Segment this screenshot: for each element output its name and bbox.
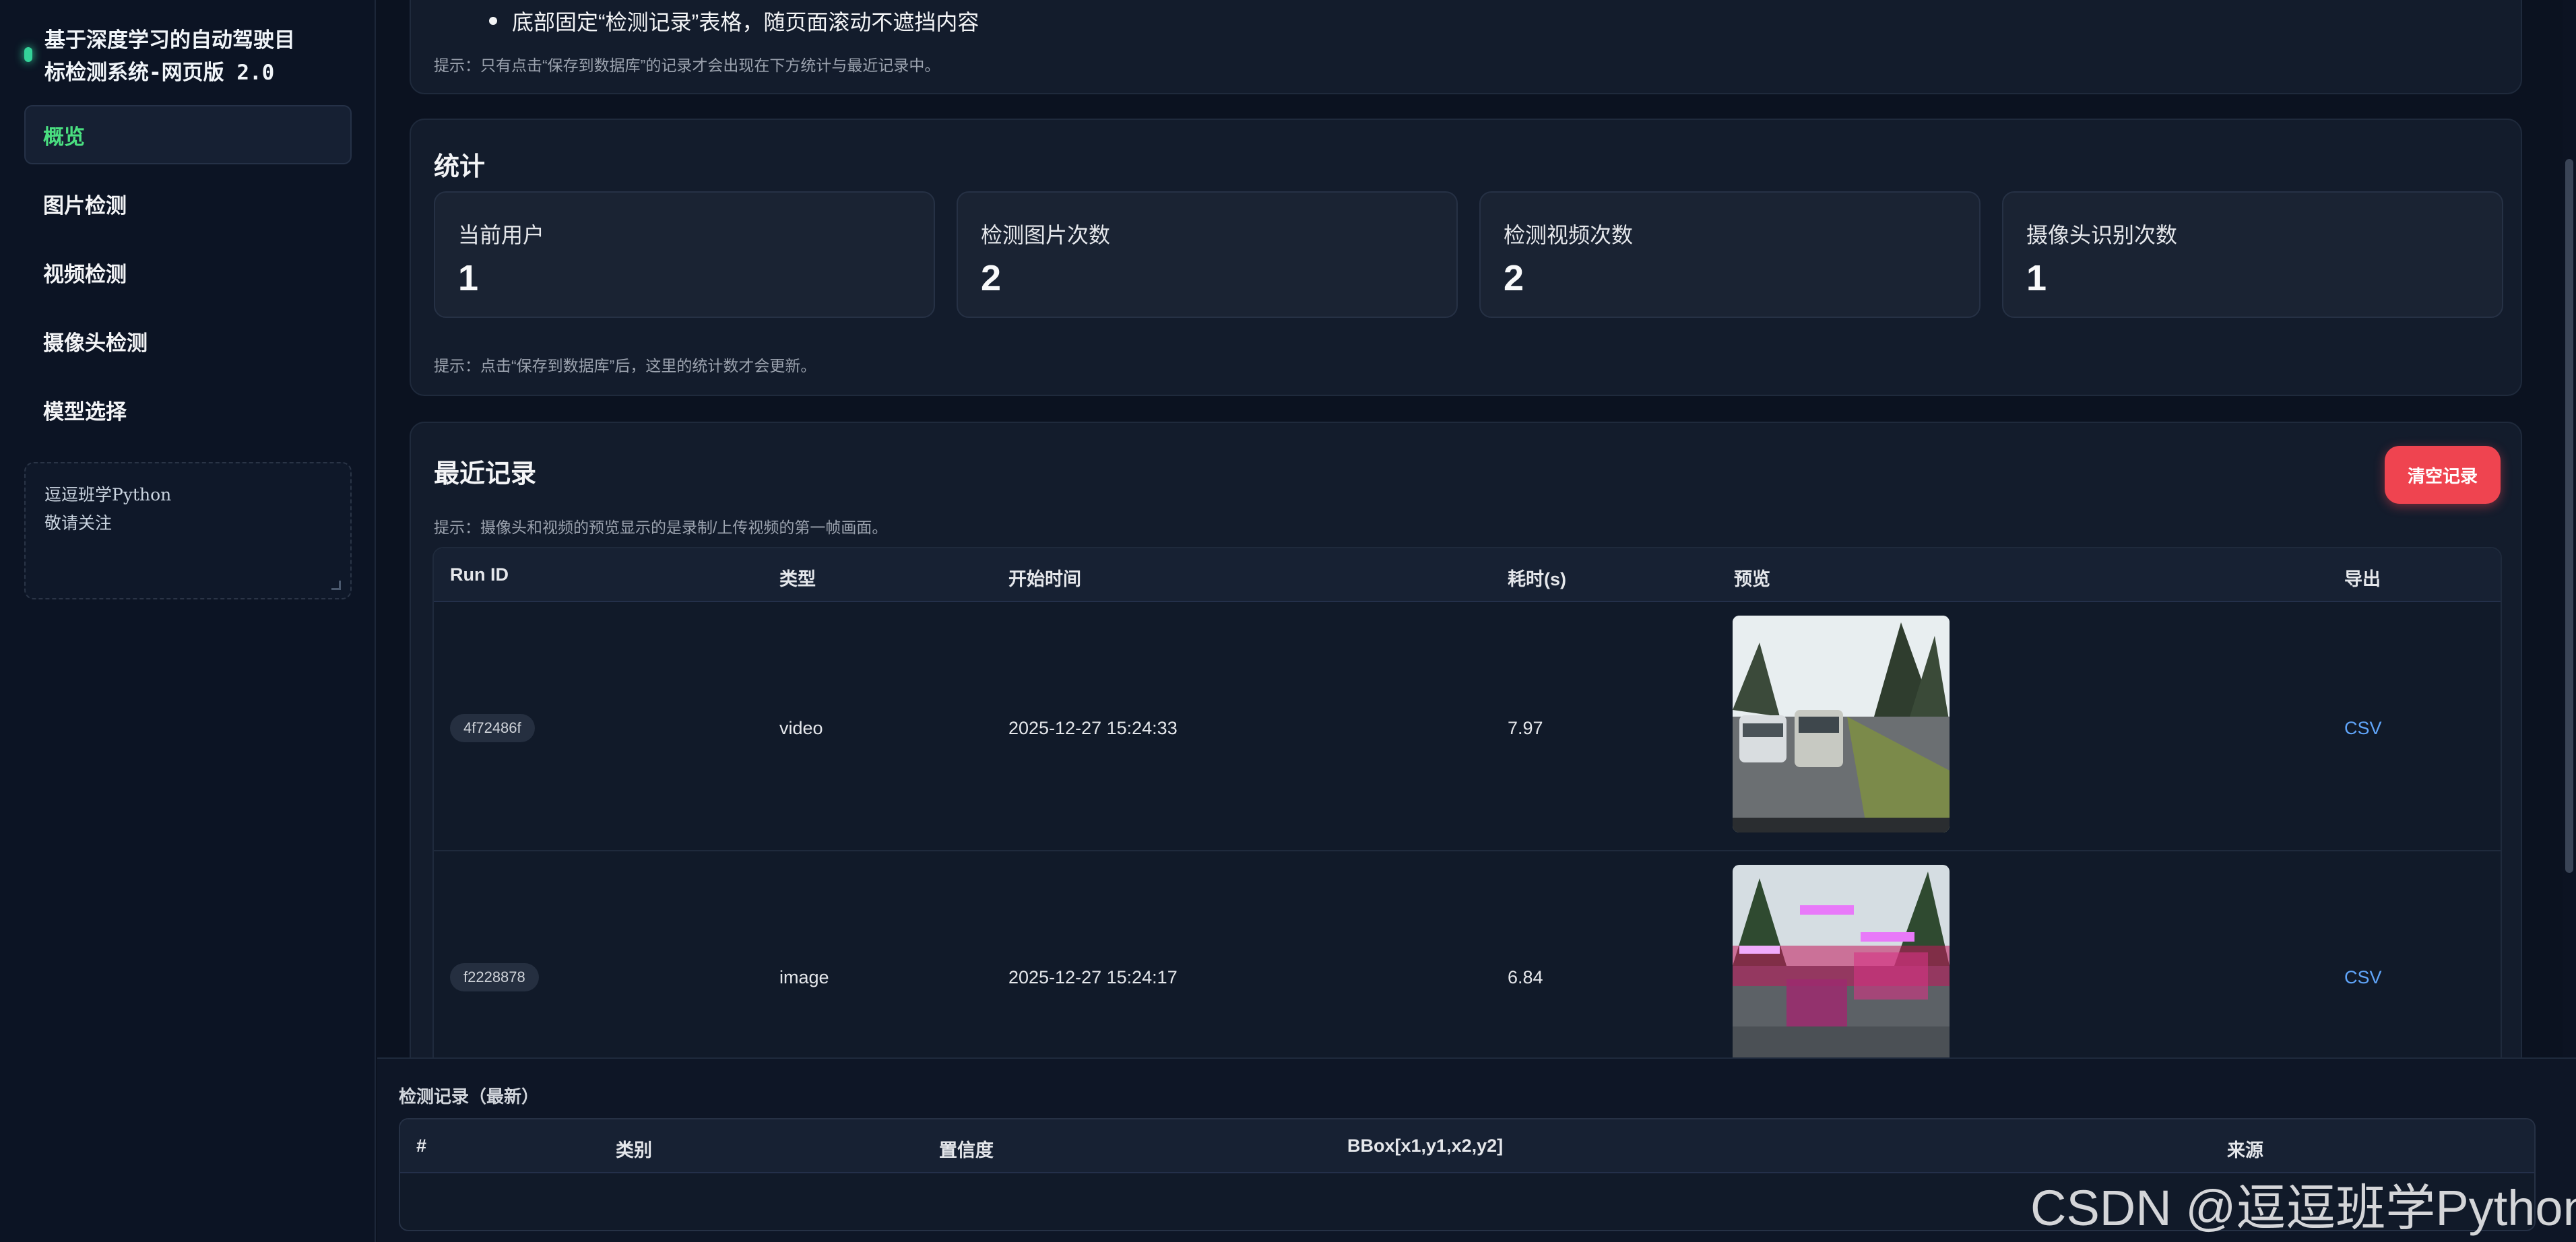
page-scrollbar[interactable]: [2563, 0, 2576, 1057]
col-run-id: Run ID: [450, 564, 509, 585]
stat-value: 1: [458, 258, 479, 298]
stat-value: 2: [1504, 258, 1524, 298]
col-start-time: 开始时间: [1008, 569, 1081, 589]
row-start-time: 2025-12-27 15:24:33: [1008, 718, 1178, 738]
scrollbar-thumb[interactable]: [2565, 159, 2573, 873]
row-type: video: [779, 718, 823, 738]
stat-current-user: 当前用户 1: [434, 191, 935, 318]
sidebar-item-camera-detect[interactable]: 摄像头检测: [24, 311, 352, 370]
stat-label: 摄像头识别次数: [2026, 223, 2178, 247]
stat-image-count: 检测图片次数 2: [957, 191, 1458, 318]
preview-thumbnail[interactable]: [1733, 865, 1950, 1082]
intro-bullet-text: 底部固定“检测记录”表格，随页面滚动不遮挡内容: [512, 10, 979, 34]
row-start-time: 2025-12-27 15:24:17: [1008, 967, 1178, 987]
intro-hint: 提示：只有点击“保存到数据库”的记录才会出现在下方统计与最近记录中。: [434, 57, 940, 74]
detection-records-title: 检测记录（最新）: [399, 1086, 540, 1107]
sidebar-item-video-detect[interactable]: 视频检测: [24, 242, 352, 302]
stat-label: 当前用户: [458, 223, 545, 247]
sidebar-item-overview[interactable]: 概览: [24, 105, 352, 164]
sidebar-item-image-detect[interactable]: 图片检测: [24, 174, 352, 233]
col-duration: 耗时(s): [1508, 569, 1566, 589]
resize-handle-icon[interactable]: [331, 581, 341, 590]
stat-value: 1: [2026, 258, 2047, 298]
sidebar-item-model-select[interactable]: 模型选择: [24, 380, 352, 439]
stats-hint: 提示：点击“保存到数据库”后，这里的统计数才会更新。: [434, 357, 816, 374]
col-preview: 预览: [1734, 569, 1770, 589]
intro-card: 底部固定“检测记录”表格，随页面滚动不遮挡内容 提示：只有点击“保存到数据库”的…: [410, 0, 2522, 94]
run-id-badge: 4f72486f: [450, 714, 535, 742]
preview-thumbnail[interactable]: [1733, 616, 1950, 832]
app-title-line2: 标检测系统-网页版 2.0: [44, 61, 275, 85]
csv-export-link[interactable]: CSV: [2344, 967, 2382, 988]
table-row: 4f72486f video 2025-12-27 15:24:33 7.97: [434, 602, 2501, 851]
status-dot-icon: [24, 47, 32, 62]
stats-card: 统计 当前用户 1 检测图片次数 2 检测视频次数 2 摄像头识别次数 1 提示…: [410, 119, 2522, 396]
stats-title: 统计: [434, 153, 486, 181]
csv-export-link[interactable]: CSV: [2344, 718, 2382, 739]
row-type: image: [779, 967, 829, 987]
run-id-badge: f2228878: [450, 963, 539, 991]
recent-title: 最近记录: [434, 460, 537, 488]
row-duration: 7.97: [1508, 718, 1543, 738]
detection-table-header: # 类别 置信度 BBox[x1,y1,x2,y2] 来源: [400, 1119, 2534, 1173]
col-bbox: BBox[x1,y1,x2,y2]: [1347, 1136, 1504, 1156]
col-source: 来源: [2227, 1140, 2263, 1161]
row-duration: 6.84: [1508, 967, 1543, 987]
app-title-line1: 基于深度学习的自动驾驶目: [44, 28, 295, 53]
street-scene-image: [1733, 616, 1950, 832]
stat-video-count: 检测视频次数 2: [1479, 191, 1981, 318]
watermark: CSDN @逗逗班学Python: [2030, 1180, 2576, 1236]
bullet-icon: [489, 17, 497, 25]
note-line2: 敬请关注: [44, 513, 112, 533]
clear-records-button[interactable]: 清空记录: [2385, 446, 2501, 504]
col-confidence: 置信度: [939, 1140, 994, 1161]
col-type: 类型: [779, 569, 816, 589]
stat-label: 检测视频次数: [1504, 223, 1634, 247]
intro-bullet: 底部固定“检测记录”表格，随页面滚动不遮挡内容: [489, 5, 979, 36]
sidebar: 基于深度学习的自动驾驶目 标检测系统-网页版 2.0 概览 图片检测 视频检测 …: [0, 0, 376, 1242]
app-brand: 基于深度学习的自动驾驶目 标检测系统-网页版 2.0: [24, 24, 361, 89]
table-header: Run ID 类型 开始时间 耗时(s) 预览 导出: [434, 548, 2501, 602]
app-title: 基于深度学习的自动驾驶目 标检测系统-网页版 2.0: [44, 24, 295, 89]
col-export: 导出: [2344, 569, 2381, 589]
note-textarea[interactable]: 逗逗班学Python 敬请关注: [24, 462, 352, 599]
col-index: #: [416, 1136, 427, 1156]
sidebar-nav: 概览 图片检测 视频检测 摄像头检测 模型选择: [24, 105, 352, 449]
stat-value: 2: [981, 258, 1002, 298]
stat-camera-count: 摄像头识别次数 1: [2002, 191, 2503, 318]
stat-label: 检测图片次数: [981, 223, 1111, 247]
col-class: 类别: [616, 1140, 652, 1161]
note-line1: 逗逗班学Python: [44, 485, 172, 504]
detection-scene-image: [1733, 865, 1950, 1082]
recent-hint: 提示：摄像头和视频的预览显示的是录制/上传视频的第一帧画面。: [434, 519, 888, 536]
